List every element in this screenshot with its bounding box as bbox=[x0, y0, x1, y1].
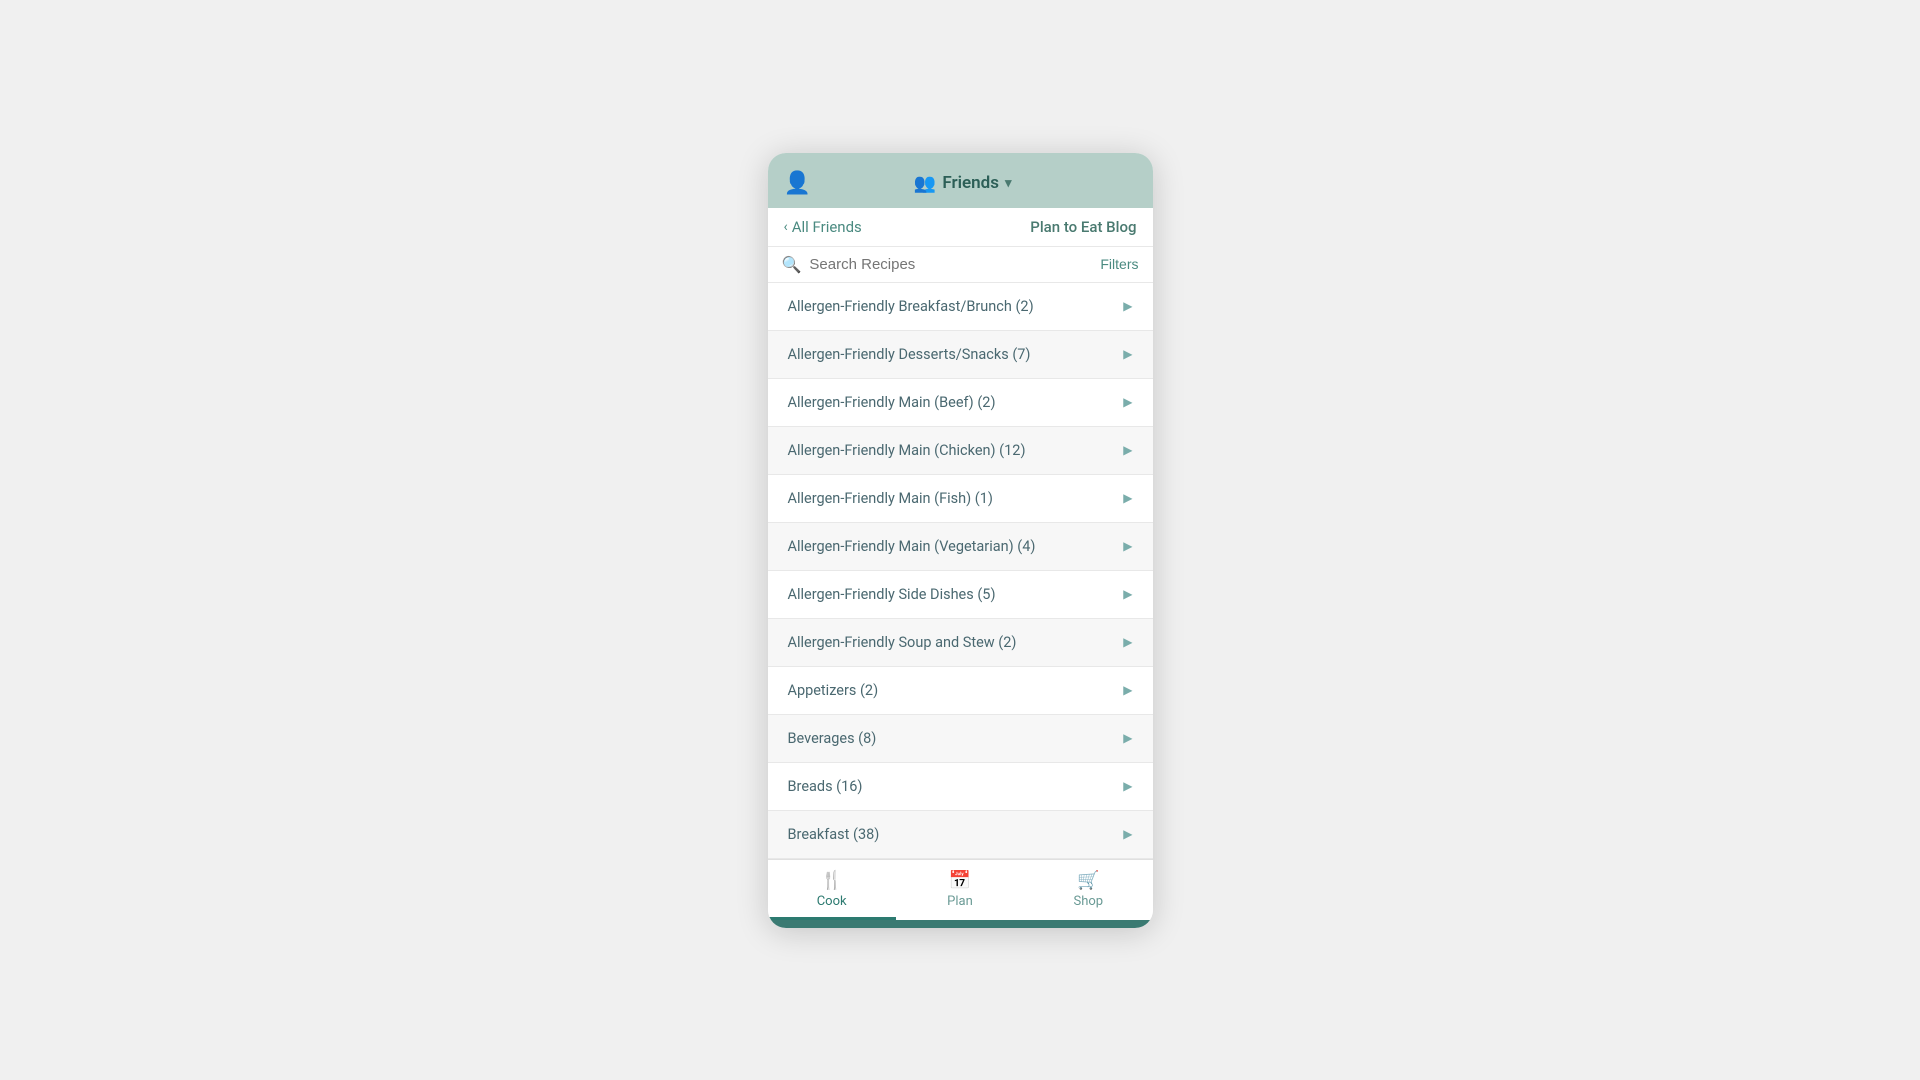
tab-shop[interactable]: 🛒 Shop bbox=[1024, 860, 1152, 920]
header-chevron-icon: ▾ bbox=[1005, 176, 1012, 191]
list-item[interactable]: Allergen-Friendly Main (Fish) (1) ▶ bbox=[768, 475, 1153, 523]
chevron-right-icon: ▶ bbox=[1123, 491, 1132, 505]
user-icon: 👤 bbox=[784, 171, 811, 196]
sub-nav: ‹ All Friends Plan to Eat Blog bbox=[768, 208, 1153, 247]
list-item[interactable]: Appetizers (2) ▶ bbox=[768, 667, 1153, 715]
list-item[interactable]: Allergen-Friendly Desserts/Snacks (7) ▶ bbox=[768, 331, 1153, 379]
chevron-right-icon: ▶ bbox=[1123, 443, 1132, 457]
search-input[interactable] bbox=[809, 256, 1092, 273]
cook-tab-icon: 🍴 bbox=[820, 870, 842, 891]
chevron-right-icon: ▶ bbox=[1123, 683, 1132, 697]
recipe-item-label: Beverages (8) bbox=[788, 730, 877, 747]
recipe-item-label: Allergen-Friendly Main (Chicken) (12) bbox=[788, 442, 1026, 459]
chevron-right-icon: ▶ bbox=[1123, 635, 1132, 649]
chevron-right-icon: ▶ bbox=[1123, 539, 1132, 553]
recipe-item-label: Breads (16) bbox=[788, 778, 863, 795]
list-item[interactable]: Allergen-Friendly Breakfast/Brunch (2) ▶ bbox=[768, 283, 1153, 331]
shop-tab-icon: 🛒 bbox=[1077, 870, 1099, 891]
tab-plan[interactable]: 📅 Plan bbox=[896, 860, 1024, 920]
chevron-right-icon: ▶ bbox=[1123, 395, 1132, 409]
list-item[interactable]: Breakfast (38) ▶ bbox=[768, 811, 1153, 859]
list-item[interactable]: Allergen-Friendly Main (Chicken) (12) ▶ bbox=[768, 427, 1153, 475]
recipe-item-label: Allergen-Friendly Side Dishes (5) bbox=[788, 586, 996, 603]
header-title: 👥 Friends ▾ bbox=[914, 173, 1012, 194]
recipe-item-label: Allergen-Friendly Main (Beef) (2) bbox=[788, 394, 996, 411]
recipe-item-label: Allergen-Friendly Main (Vegetarian) (4) bbox=[788, 538, 1036, 555]
recipe-item-label: Breakfast (38) bbox=[788, 826, 880, 843]
friends-icon: 👥 bbox=[914, 173, 936, 194]
list-item[interactable]: Allergen-Friendly Soup and Stew (2) ▶ bbox=[768, 619, 1153, 667]
chevron-right-icon: ▶ bbox=[1123, 827, 1132, 841]
bottom-bar bbox=[768, 920, 1153, 928]
list-item[interactable]: Allergen-Friendly Main (Beef) (2) ▶ bbox=[768, 379, 1153, 427]
recipe-item-label: Allergen-Friendly Desserts/Snacks (7) bbox=[788, 346, 1031, 363]
cook-tab-label: Cook bbox=[817, 894, 847, 909]
chevron-right-icon: ▶ bbox=[1123, 299, 1132, 313]
chevron-right-icon: ▶ bbox=[1123, 731, 1132, 745]
recipe-list: Allergen-Friendly Breakfast/Brunch (2) ▶… bbox=[768, 283, 1153, 859]
recipe-item-label: Allergen-Friendly Breakfast/Brunch (2) bbox=[788, 298, 1034, 315]
search-icon: 🔍 bbox=[782, 255, 802, 274]
list-item[interactable]: Allergen-Friendly Main (Vegetarian) (4) … bbox=[768, 523, 1153, 571]
phone-container: 👤 👥 Friends ▾ ‹ All Friends Plan to Eat … bbox=[768, 153, 1153, 928]
plan-tab-label: Plan bbox=[947, 894, 973, 909]
header-title-text: Friends bbox=[942, 173, 999, 193]
list-item[interactable]: Beverages (8) ▶ bbox=[768, 715, 1153, 763]
recipe-item-label: Allergen-Friendly Main (Fish) (1) bbox=[788, 490, 993, 507]
tab-cook[interactable]: 🍴 Cook bbox=[768, 860, 896, 920]
back-chevron-icon: ‹ bbox=[784, 219, 788, 235]
chevron-right-icon: ▶ bbox=[1123, 587, 1132, 601]
search-bar: 🔍 Filters bbox=[768, 247, 1153, 283]
filters-button[interactable]: Filters bbox=[1100, 256, 1138, 272]
all-friends-back-link[interactable]: ‹ All Friends bbox=[784, 218, 862, 236]
plan-to-eat-blog-link[interactable]: Plan to Eat Blog bbox=[1030, 218, 1136, 236]
recipe-item-label: Appetizers (2) bbox=[788, 682, 879, 699]
recipe-item-label: Allergen-Friendly Soup and Stew (2) bbox=[788, 634, 1017, 651]
header: 👤 👥 Friends ▾ bbox=[768, 153, 1153, 208]
chevron-right-icon: ▶ bbox=[1123, 779, 1132, 793]
chevron-right-icon: ▶ bbox=[1123, 347, 1132, 361]
list-item[interactable]: Breads (16) ▶ bbox=[768, 763, 1153, 811]
plan-tab-icon: 📅 bbox=[949, 870, 971, 891]
tab-bar: 🍴 Cook 📅 Plan 🛒 Shop bbox=[768, 859, 1153, 920]
list-item[interactable]: Allergen-Friendly Side Dishes (5) ▶ bbox=[768, 571, 1153, 619]
all-friends-label: All Friends bbox=[792, 218, 862, 236]
shop-tab-label: Shop bbox=[1074, 894, 1104, 909]
